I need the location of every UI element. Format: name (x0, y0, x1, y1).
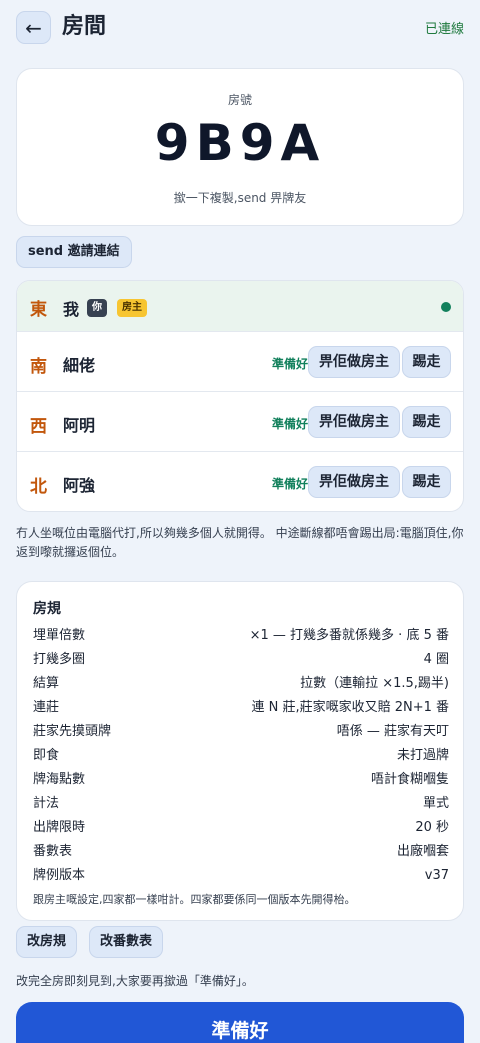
rule-key: 牌例版本 (33, 868, 86, 883)
player-name: 細佬 (63, 356, 96, 375)
send-invite-button[interactable]: send 邀請連結 (16, 236, 132, 268)
rule-value: 4 圈 (423, 652, 449, 667)
player-name: 我 (63, 300, 80, 319)
seat-label: 南 (30, 357, 47, 377)
rule-value: 出廠嗰套 (396, 844, 449, 859)
rule-value: ×1 — 打幾多番就係幾多 · 底 5 番 (249, 628, 449, 643)
rule-value: 未打過牌 (396, 748, 449, 763)
rule-value: 單式 (422, 796, 449, 811)
back-button[interactable]: ← (16, 11, 51, 44)
edit-rules-button[interactable]: 改房規 (16, 926, 78, 958)
rule-row: 莊家先摸頭牌 唔係 — 莊家有天叮 (33, 720, 449, 744)
house-rules-card: 房規 埋單倍數 ×1 — 打幾多番就係幾多 · 底 5 番 打幾多圈 4 圈 結算 拉… (16, 581, 464, 921)
make-host-button[interactable]: 畀佢做房主 (308, 406, 400, 438)
connection-status: 已連線 (424, 22, 464, 37)
rule-key: 牌海點數 (33, 772, 86, 787)
rule-value: 連 N 莊,莊家嘅家收又賠 2N+1 番 (251, 700, 449, 715)
change-notice: 改完全房即刻見到,大家要再撳過「準備好」。 (16, 974, 254, 988)
seat-info-note: 冇人坐嘅位由電腦代打,所以夠幾多個人就開得。 中途斷線都唔會踢出局:電腦頂住,你… (16, 526, 464, 559)
player-row-south: 南 細佬 準備好 畀佢做房主 踢走 (17, 332, 463, 392)
rule-row: 牌海點數 唔計食糊嗰隻 (33, 768, 449, 792)
rule-row: 打幾多圈 4 圈 (33, 648, 449, 672)
page-title: 房間 (62, 14, 107, 39)
seat-label: 西 (30, 417, 47, 437)
rule-value: 唔係 — 莊家有天叮 (336, 724, 449, 739)
room-code[interactable]: 9B9A (17, 113, 463, 173)
player-row-west: 西 阿明 準備好 畀佢做房主 踢走 (17, 392, 463, 452)
kick-button[interactable]: 踢走 (402, 466, 451, 498)
make-host-button[interactable]: 畀佢做房主 (308, 466, 400, 498)
online-indicator (441, 302, 451, 312)
ready-status: 準備好 (272, 357, 309, 371)
rule-key: 連莊 (33, 700, 60, 715)
ready-status: 準備好 (272, 417, 309, 431)
header: ← 房間 已連線 (0, 0, 480, 56)
player-row-north: 北 阿強 準備好 畀佢做房主 踢走 (17, 452, 463, 511)
ready-button[interactable]: 準備好 (16, 1002, 464, 1043)
rule-key: 計法 (33, 796, 60, 811)
rule-value: v37 (424, 868, 449, 883)
rule-row: 結算 拉數（連輸拉 ×1.5,踢半) (33, 672, 449, 696)
rule-key: 結算 (33, 676, 60, 691)
rule-key: 番數表 (33, 844, 73, 859)
kick-button[interactable]: 踢走 (402, 346, 451, 378)
rule-value: 20 秒 (415, 820, 449, 835)
ready-status: 準備好 (272, 477, 309, 491)
seat-label: 東 (30, 300, 47, 320)
back-arrow-icon: ← (25, 15, 42, 40)
rule-row: 牌例版本 v37 (33, 864, 449, 888)
rule-row: 番數表 出廠嗰套 (33, 840, 449, 864)
rule-key: 莊家先摸頭牌 (33, 724, 112, 739)
rule-value: 拉數（連輸拉 ×1.5,踢半) (300, 676, 449, 691)
rule-key: 埋單倍數 (33, 628, 86, 643)
rule-row: 出牌限時 20 秒 (33, 816, 449, 840)
player-name: 阿明 (63, 416, 96, 435)
you-badge: 你 (87, 299, 107, 317)
room-label: 房號 (227, 93, 252, 107)
host-badge: 房主 (117, 299, 147, 317)
rule-key: 出牌限時 (33, 820, 86, 835)
player-name: 阿強 (63, 476, 96, 495)
rule-row: 埋單倍數 ×1 — 打幾多番就係幾多 · 底 5 番 (33, 624, 449, 648)
rules-footer-note: 跟房主嘅設定,四家都一樣咁計。四家都要係同一個版本先開得枱。 (33, 893, 356, 906)
room-copy-hint: 撳一下複製,send 畀牌友 (173, 191, 307, 205)
room-code-card[interactable]: 房號 9B9A 撳一下複製,send 畀牌友 (16, 68, 464, 226)
kick-button[interactable]: 踢走 (402, 406, 451, 438)
rule-row: 連莊 連 N 莊,莊家嘅家收又賠 2N+1 番 (33, 696, 449, 720)
rule-key: 打幾多圈 (33, 652, 86, 667)
rule-value: 唔計食糊嗰隻 (370, 772, 449, 787)
edit-fan-table-button[interactable]: 改番數表 (89, 926, 164, 958)
rule-row: 計法 單式 (33, 792, 449, 816)
rule-key: 即食 (33, 748, 60, 763)
rule-row: 即食 未打過牌 (33, 744, 449, 768)
player-row-east: 東 我 你 房主 (17, 281, 463, 332)
players-list: 東 我 你 房主 南 細佬 準備好 畀佢做房主 踢走 西 阿明 準備好 畀佢做房… (16, 280, 464, 512)
make-host-button[interactable]: 畀佢做房主 (308, 346, 400, 378)
rules-title: 房規 (33, 601, 61, 617)
seat-label: 北 (30, 477, 47, 497)
